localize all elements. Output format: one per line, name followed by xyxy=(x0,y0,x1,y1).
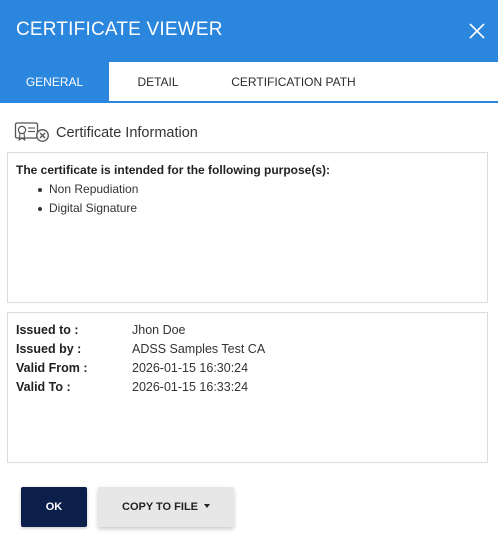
ok-button[interactable]: OK xyxy=(21,487,87,527)
purpose-panel: The certificate is intended for the foll… xyxy=(7,152,488,303)
certificate-details-panel: Issued to : Jhon Doe Issued by : ADSS Sa… xyxy=(7,312,488,463)
close-button[interactable] xyxy=(466,20,488,42)
purpose-list: Non Repudiation Digital Signature xyxy=(36,183,138,221)
valid-to-label: Valid To : xyxy=(16,380,71,394)
copy-to-file-label: COPY TO FILE xyxy=(122,501,198,513)
valid-to-value: 2026-01-15 16:33:24 xyxy=(132,380,249,394)
close-icon xyxy=(469,23,485,39)
dialog-title: CERTIFICATE VIEWER xyxy=(16,19,223,40)
caret-down-icon xyxy=(204,504,210,509)
section-title: Certificate Information xyxy=(56,125,198,141)
purpose-heading: The certificate is intended for the foll… xyxy=(16,163,331,177)
issued-to-value: Jhon Doe xyxy=(132,323,186,337)
valid-from-value: 2026-01-15 16:30:24 xyxy=(132,361,249,375)
purpose-item: Non Repudiation xyxy=(36,183,138,202)
tab-general[interactable]: GENERAL xyxy=(0,62,109,102)
issued-to-label: Issued to : xyxy=(16,323,79,337)
tab-detail[interactable]: DETAIL xyxy=(124,62,192,102)
certificate-icon xyxy=(14,121,50,145)
tab-certification-path[interactable]: CERTIFICATION PATH xyxy=(222,62,365,102)
valid-from-label: Valid From : xyxy=(16,361,88,375)
ok-button-label: OK xyxy=(45,501,63,513)
issued-by-label: Issued by : xyxy=(16,342,82,356)
tab-underline xyxy=(0,101,498,103)
purpose-item: Digital Signature xyxy=(36,202,138,221)
copy-to-file-button[interactable]: COPY TO FILE xyxy=(98,487,234,527)
issued-by-value: ADSS Samples Test CA xyxy=(132,342,266,356)
